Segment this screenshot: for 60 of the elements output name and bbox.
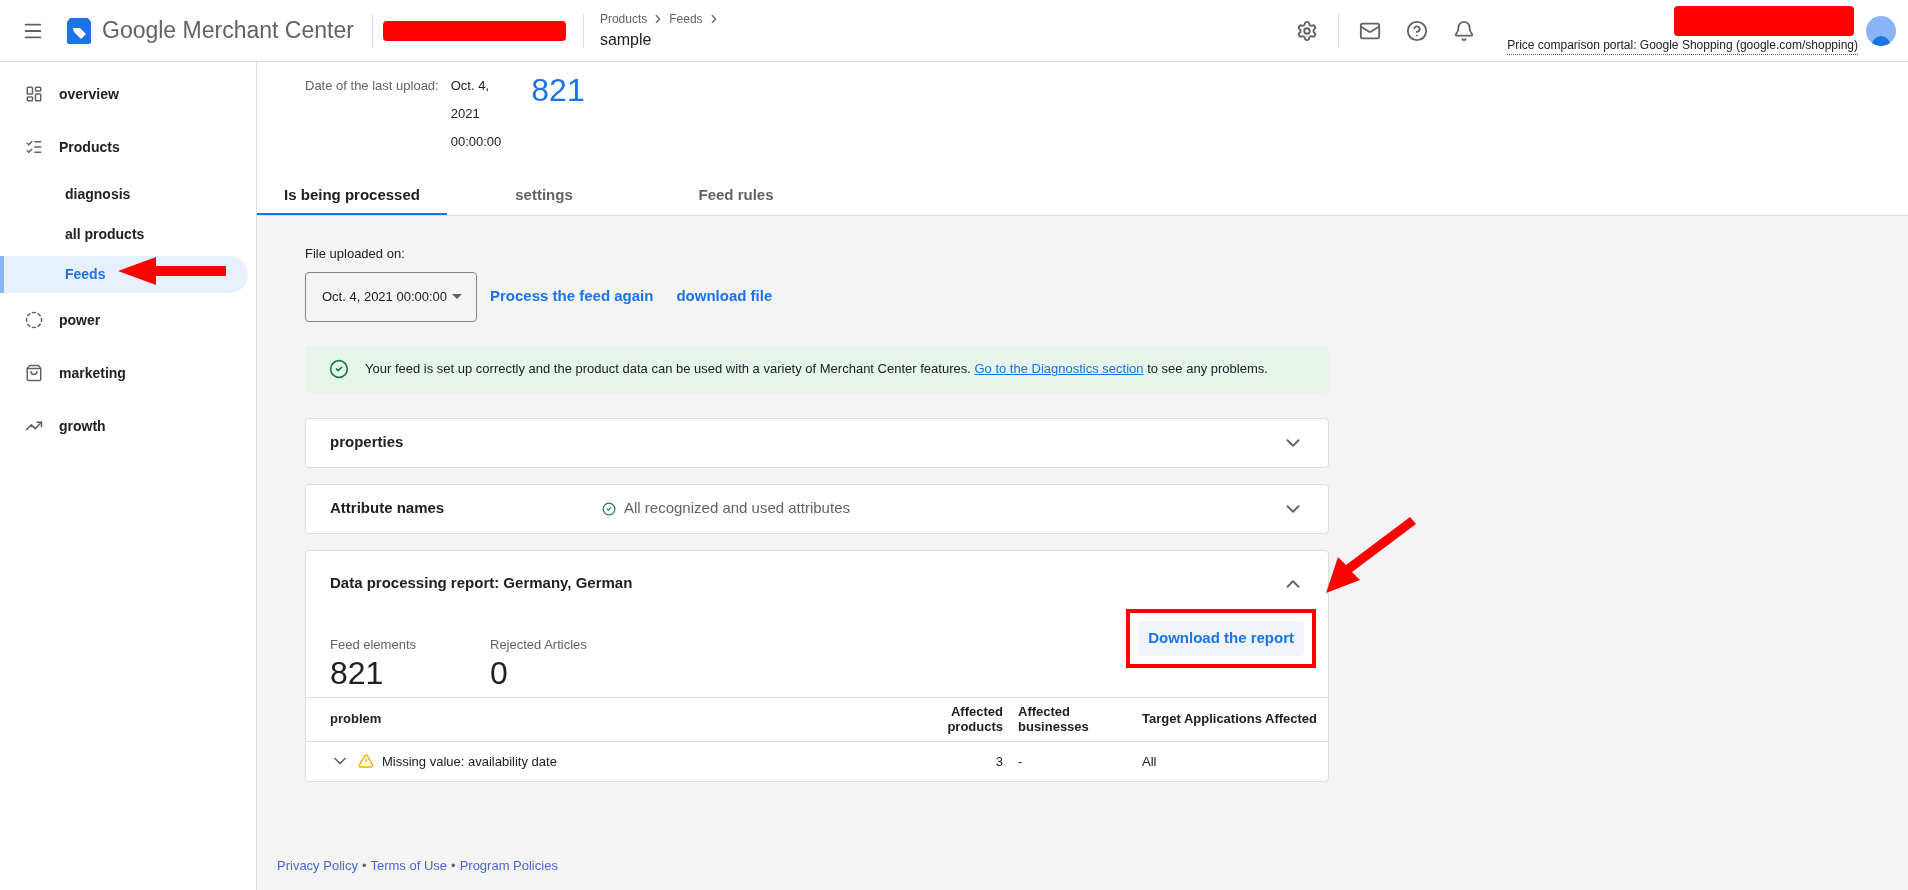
avatar[interactable] xyxy=(1866,15,1896,46)
upload-date-line: 2021 xyxy=(450,105,481,123)
stat-label: Feed elements xyxy=(330,635,417,654)
bell-icon[interactable] xyxy=(1453,19,1476,42)
breadcrumb-link[interactable]: Products xyxy=(599,9,648,28)
check-circle-icon xyxy=(329,359,349,379)
tag-logo-icon xyxy=(64,15,94,46)
separator-dot: • xyxy=(361,857,367,875)
last-upload-label: Date of the last upload: xyxy=(305,77,439,95)
column-header: problem xyxy=(306,697,923,741)
app-title: Google Merchant Center xyxy=(102,16,354,46)
sidebar-item[interactable]: all products xyxy=(0,216,248,253)
breadcrumb-link[interactable]: Feeds xyxy=(669,9,703,28)
tab[interactable]: Feed rules xyxy=(641,180,831,215)
column-header: Affected products xyxy=(923,697,1013,741)
status-text: All recognized and used attributes xyxy=(624,498,850,519)
sidebar-icon xyxy=(25,311,43,329)
column-header: Target Applications Affected xyxy=(1128,697,1328,741)
sidebar-item[interactable]: Products xyxy=(0,121,248,173)
date-dropdown[interactable]: Oct. 4, 2021 00:00:00 xyxy=(305,271,477,322)
footer-link[interactable]: Privacy Policy xyxy=(277,856,358,876)
check-circle-icon xyxy=(602,501,616,516)
file-uploaded-label: File uploaded on: xyxy=(305,245,406,263)
problem-text: Missing value: availability date xyxy=(382,752,557,771)
sidebar-item[interactable]: power xyxy=(0,294,248,346)
item-count: 821 xyxy=(531,74,585,110)
page-title: sample xyxy=(599,29,653,50)
table-cell: All xyxy=(1128,741,1328,781)
footer-link[interactable]: Program Policies xyxy=(459,856,558,876)
action-link[interactable]: download file xyxy=(676,285,773,308)
accordion-header[interactable]: properties xyxy=(306,418,1328,467)
sidebar-item[interactable]: growth xyxy=(0,400,248,452)
table-cell: 3 xyxy=(923,741,1013,781)
sidebar-icon xyxy=(25,85,43,103)
upload-date-line: 00:00:00 xyxy=(450,133,502,151)
sidebar-icon xyxy=(25,138,43,156)
column-header: Affected businesses xyxy=(1013,697,1128,741)
stat-label: Rejected Articles xyxy=(490,635,588,654)
diagnostics-link[interactable]: Go to the Diagnostics section xyxy=(974,361,1144,377)
tab[interactable]: settings xyxy=(449,180,639,215)
accordion-header[interactable]: Data processing report: Germany, German xyxy=(306,550,1328,611)
dropdown-caret-icon xyxy=(452,294,462,299)
separator-dot: • xyxy=(451,857,456,875)
footer-link[interactable]: Terms of Use xyxy=(370,856,448,876)
settings-icon[interactable] xyxy=(1296,19,1319,42)
help-icon[interactable] xyxy=(1406,19,1429,42)
portal-text[interactable]: Price comparison portal: Google Shopping (google.com/shopping) xyxy=(1507,36,1858,55)
accordion-header[interactable]: Attribute names All recognized and used attributes xyxy=(306,484,1328,533)
upload-date-line: Oct. 4, xyxy=(450,77,490,95)
sidebar-item[interactable]: overview xyxy=(0,68,248,120)
sidebar-icon xyxy=(25,364,43,382)
stat-value: 821 xyxy=(330,654,385,692)
table-cell: - xyxy=(1013,741,1128,781)
stat-value: 0 xyxy=(490,654,509,692)
banner-text: Your feed is set up correctly and the product data can be used with a variety of Merchant Center features. Go to the Diagnostics section to see any problems. xyxy=(365,360,1268,379)
sidebar-item[interactable]: diagnosis xyxy=(0,176,248,213)
download-report-button[interactable]: Download the report xyxy=(1138,620,1304,656)
warning-icon xyxy=(358,753,374,770)
sidebar-item[interactable]: marketing xyxy=(0,347,248,399)
action-link[interactable]: Process the feed again xyxy=(490,285,654,308)
